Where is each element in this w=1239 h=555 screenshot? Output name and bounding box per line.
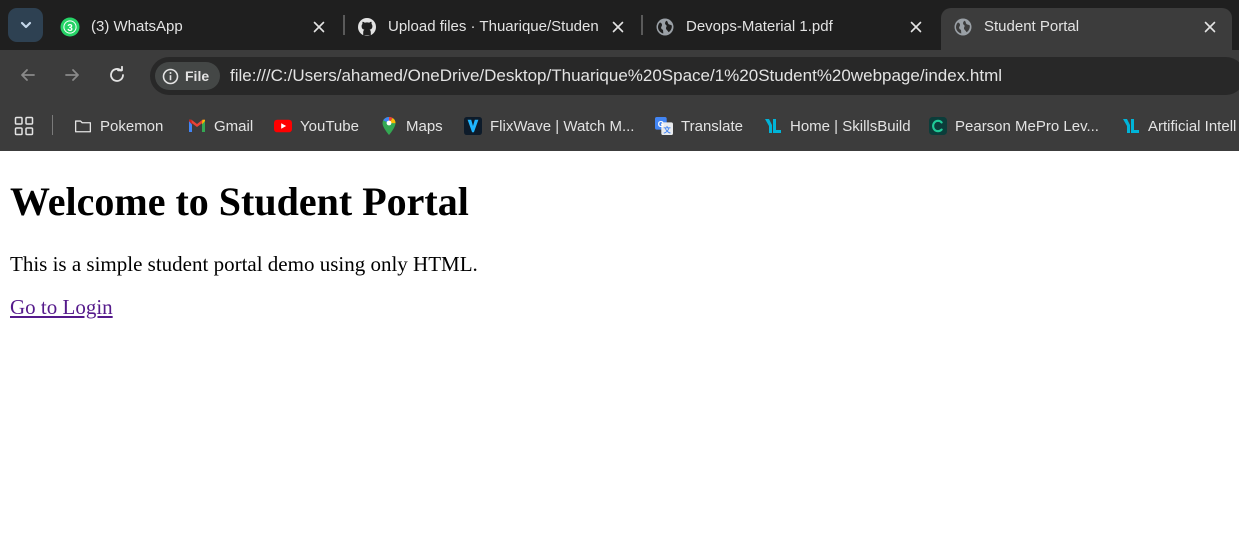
info-icon <box>162 68 179 84</box>
page-viewport: Welcome to Student Portal This is a simp… <box>0 151 1239 555</box>
site-info-chip[interactable]: File <box>155 62 220 90</box>
svg-text:文: 文 <box>663 125 672 134</box>
url-text[interactable]: file:///C:/Users/ahamed/OneDrive/Desktop… <box>230 67 1002 85</box>
close-icon[interactable] <box>610 19 626 35</box>
site-chip-label: File <box>185 68 210 84</box>
bookmarks-divider <box>52 115 53 135</box>
bookmark-pokemon[interactable]: Pokemon <box>74 113 163 139</box>
bookmark-gmail[interactable]: Gmail <box>188 113 253 139</box>
tab-title: (3) WhatsApp <box>91 18 183 35</box>
tab-title: Devops-Material 1.pdf <box>686 18 833 35</box>
tab-title: Student Portal <box>984 18 1080 35</box>
flixwave-icon <box>464 117 482 135</box>
translate-icon: G 文 <box>655 117 673 135</box>
bookmark-flixwave[interactable]: FlixWave | Watch M... <box>464 113 634 139</box>
bookmark-label: Translate <box>681 117 743 135</box>
bookmark-translate[interactable]: G 文 Translate <box>655 113 743 139</box>
tab-devops-pdf[interactable]: Devops-Material 1.pdf <box>643 8 938 50</box>
maps-icon <box>380 117 398 135</box>
page-heading: Welcome to Student Portal <box>10 179 469 224</box>
forward-button[interactable] <box>60 63 84 87</box>
intro-paragraph: This is a simple student portal demo usi… <box>10 252 478 276</box>
bookmark-label: Pokemon <box>100 117 164 135</box>
skillsbuild-icon <box>1122 117 1140 135</box>
back-button[interactable] <box>16 63 40 87</box>
globe-icon <box>656 18 674 36</box>
bookmark-label: Maps <box>406 117 443 135</box>
tab-badge: 3 <box>67 23 73 34</box>
bookmark-label: Pearson MePro Lev... <box>955 117 1099 135</box>
tab-title: Upload files · Thuarique/Studen <box>388 18 599 35</box>
reload-icon <box>110 66 124 82</box>
login-link[interactable]: Go to Login <box>10 295 113 319</box>
tab-strip: 3 (3) WhatsApp Upload files · Thuarique/… <box>0 0 1239 50</box>
bookmark-label: Artificial Intell <box>1148 117 1237 135</box>
tab-student-portal[interactable]: Student Portal <box>941 8 1232 50</box>
bookmark-label: Home | SkillsBuild <box>790 117 911 135</box>
pearson-icon <box>929 117 947 135</box>
gmail-icon <box>188 117 206 135</box>
close-icon[interactable] <box>908 19 924 35</box>
tab-github-upload[interactable]: Upload files · Thuarique/Studen <box>345 8 640 50</box>
whatsapp-icon: 3 <box>60 17 80 37</box>
close-icon[interactable] <box>1202 19 1218 35</box>
globe-icon <box>954 18 972 36</box>
bookmark-label: FlixWave | Watch M... <box>490 117 635 135</box>
bookmark-label: YouTube <box>300 117 359 135</box>
apps-grid-icon[interactable] <box>14 116 34 136</box>
tab-search-button[interactable] <box>8 8 43 42</box>
close-icon[interactable] <box>311 19 327 35</box>
bookmark-label: Gmail <box>214 117 254 135</box>
arrow-right-icon <box>65 69 79 81</box>
bookmark-skillsbuild[interactable]: Home | SkillsBuild <box>764 113 911 139</box>
youtube-icon <box>274 117 292 135</box>
arrow-left-icon <box>21 69 35 81</box>
browser-toolbar: File file:///C:/Users/ahamed/OneDrive/De… <box>0 50 1239 101</box>
tab-whatsapp[interactable]: 3 (3) WhatsApp <box>48 8 341 50</box>
github-icon <box>358 18 376 36</box>
address-bar[interactable]: File file:///C:/Users/ahamed/OneDrive/De… <box>150 57 1239 95</box>
bookmark-pearson[interactable]: Pearson MePro Lev... <box>929 113 1099 139</box>
bookmark-maps[interactable]: Maps <box>380 113 443 139</box>
reload-button[interactable] <box>105 63 129 87</box>
bookmark-youtube[interactable]: YouTube <box>274 113 359 139</box>
bookmarks-bar: Pokemon Gmail YouTube Maps FlixWave | Wa… <box>0 101 1239 151</box>
folder-icon <box>74 117 92 135</box>
bookmark-artificial-intelligence[interactable]: Artificial Intell <box>1122 113 1236 139</box>
skillsbuild-icon <box>764 117 782 135</box>
chevron-down-icon <box>20 21 31 29</box>
